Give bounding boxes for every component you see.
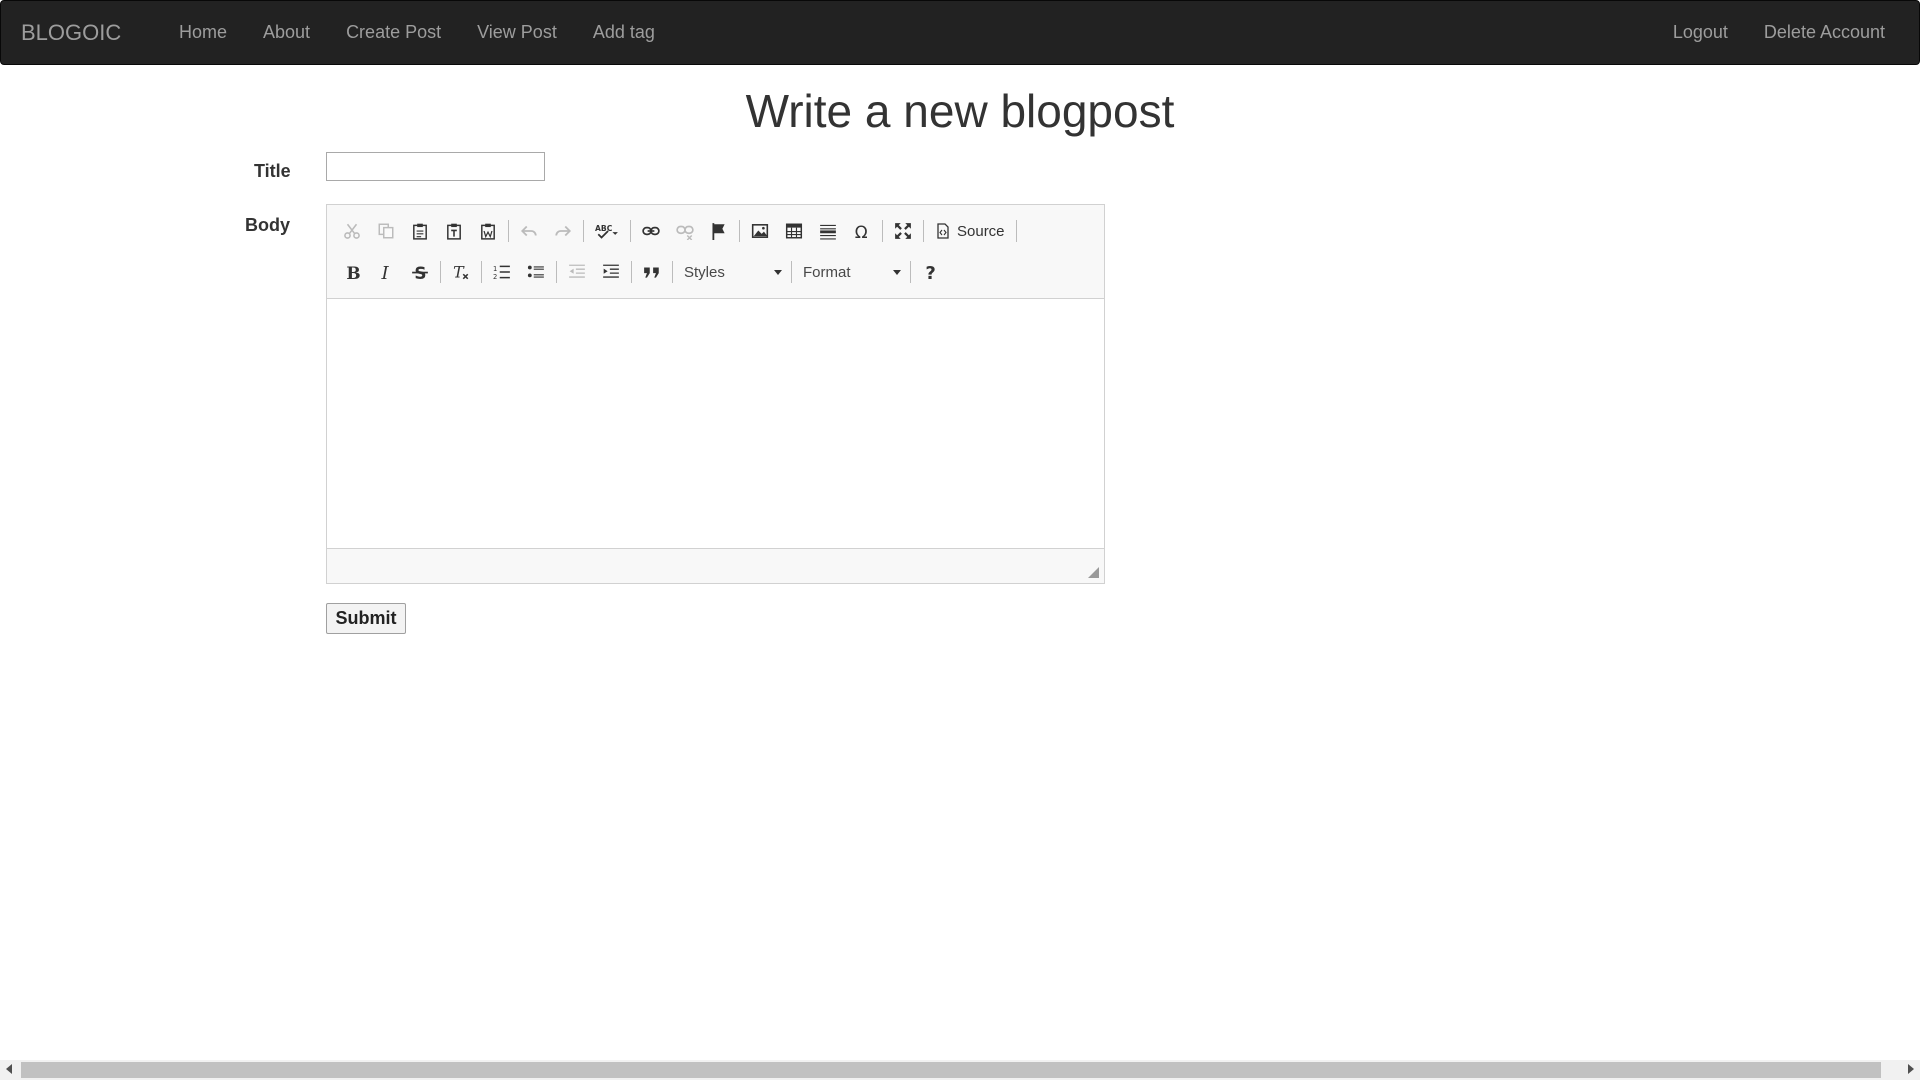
unlink-icon[interactable] — [668, 217, 702, 245]
rich-text-editor: ABC Ω Source B I S T 1 2 Styles Format ? — [326, 204, 1105, 584]
blockquote-icon[interactable] — [635, 258, 669, 286]
resize-handle-icon[interactable] — [1088, 567, 1099, 578]
nav-create-post[interactable]: Create Post — [328, 1, 459, 64]
svg-text:2: 2 — [493, 273, 497, 281]
toolbar-separator — [923, 220, 924, 242]
toolbar-separator — [481, 261, 482, 283]
italic-icon[interactable]: I — [369, 258, 403, 286]
horizontal-scrollbar[interactable] — [0, 1060, 1920, 1080]
body-label: Body — [245, 215, 290, 235]
styles-label: Styles — [684, 263, 725, 281]
bulleted-list-icon[interactable] — [519, 258, 553, 286]
toolbar-separator — [672, 261, 673, 283]
page-title: Write a new blogpost — [745, 85, 1175, 137]
styles-dropdown[interactable]: Styles — [676, 259, 788, 285]
copy-icon[interactable] — [369, 217, 403, 245]
scroll-left-icon[interactable] — [6, 1064, 12, 1074]
svg-text:?: ? — [925, 263, 935, 281]
format-label: Format — [803, 263, 851, 281]
svg-text:Ω: Ω — [855, 222, 868, 240]
scrollbar-thumb[interactable] — [21, 1062, 1881, 1078]
source-icon — [937, 223, 949, 239]
link-icon[interactable] — [634, 217, 668, 245]
nav-logout[interactable]: Logout — [1655, 1, 1746, 64]
toolbar-row-2: B I S T 12 Styles Format ? — [335, 257, 948, 287]
toolbar-separator — [910, 261, 911, 283]
source-button[interactable]: Source — [927, 217, 1013, 245]
toolbar-separator — [508, 220, 509, 242]
horizontal-rule-icon[interactable] — [811, 217, 845, 245]
toolbar-separator — [791, 261, 792, 283]
svg-text:I: I — [381, 263, 390, 281]
toolbar-separator — [631, 261, 632, 283]
numbered-list-icon[interactable]: 12 — [485, 258, 519, 286]
title-label: Title — [254, 161, 291, 181]
indent-icon[interactable] — [594, 258, 628, 286]
toolbar-row-1: ABC Ω Source — [335, 216, 1020, 246]
title-input[interactable] — [326, 152, 545, 181]
help-icon[interactable]: ? — [914, 258, 948, 286]
cut-icon[interactable] — [335, 217, 369, 245]
nav-home[interactable]: Home — [161, 1, 245, 64]
nav-about[interactable]: About — [245, 1, 328, 64]
table-icon[interactable] — [777, 217, 811, 245]
source-label: Source — [957, 222, 1005, 240]
strikethrough-icon[interactable]: S — [403, 258, 437, 286]
special-char-icon[interactable]: Ω — [845, 217, 879, 245]
toolbar-separator — [556, 261, 557, 283]
toolbar-separator — [1015, 220, 1017, 242]
nav-add-tag[interactable]: Add tag — [575, 1, 673, 64]
maximize-icon[interactable] — [886, 217, 920, 245]
redo-icon[interactable] — [546, 217, 580, 245]
chevron-down-icon — [774, 269, 782, 275]
nav-delete-account[interactable]: Delete Account — [1746, 1, 1903, 64]
svg-text:1: 1 — [493, 265, 497, 273]
anchor-icon[interactable] — [702, 217, 736, 245]
toolbar-separator — [739, 220, 740, 242]
paste-word-icon[interactable] — [471, 217, 505, 245]
image-icon[interactable] — [743, 217, 777, 245]
remove-format-icon[interactable]: T — [444, 258, 478, 286]
toolbar-separator — [440, 261, 441, 283]
toolbar-separator — [630, 220, 631, 242]
svg-text:ABC: ABC — [595, 224, 613, 233]
editor-content-area[interactable] — [327, 299, 1104, 549]
toolbar-separator — [583, 220, 584, 242]
nav-left: Home About Create Post View Post Add tag — [161, 1, 673, 64]
navbar: BLOGOIC Home About Create Post View Post… — [0, 0, 1920, 65]
nav-view-post[interactable]: View Post — [459, 1, 575, 64]
chevron-down-icon — [893, 269, 901, 275]
paste-text-icon[interactable] — [437, 217, 471, 245]
format-dropdown[interactable]: Format — [795, 259, 907, 285]
editor-status-bar — [327, 548, 1104, 583]
spellcheck-icon[interactable]: ABC — [587, 217, 627, 245]
nav-right: Logout Delete Account — [1655, 1, 1903, 64]
scroll-right-icon[interactable] — [1908, 1064, 1914, 1074]
outdent-icon[interactable] — [560, 258, 594, 286]
editor-toolbar: ABC Ω Source B I S T 1 2 Styles Format ? — [327, 205, 1104, 299]
paste-icon[interactable] — [403, 217, 437, 245]
undo-icon[interactable] — [512, 217, 546, 245]
submit-button[interactable]: Submit — [326, 603, 406, 634]
brand-link[interactable]: BLOGOIC — [21, 20, 121, 46]
svg-text:B: B — [346, 263, 360, 281]
toolbar-separator — [882, 220, 883, 242]
bold-icon[interactable]: B — [335, 258, 369, 286]
